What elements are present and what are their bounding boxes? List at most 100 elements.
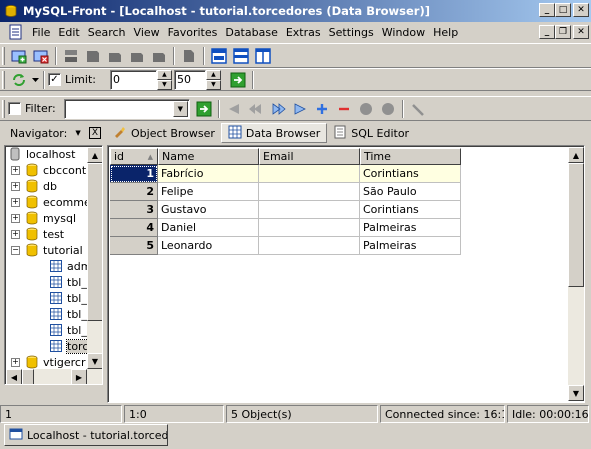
tree-item-table[interactable]: tbl_ xyxy=(49,306,87,322)
menu-edit[interactable]: Edit xyxy=(54,26,83,39)
cell-id[interactable]: 2 xyxy=(110,183,158,201)
insert-record-icon[interactable] xyxy=(311,99,333,119)
cell-time[interactable]: Palmeiras xyxy=(360,219,461,237)
cell-id[interactable]: 3 xyxy=(110,201,158,219)
menu-favorites[interactable]: Favorites xyxy=(164,26,222,39)
filter-combobox[interactable]: ▼ xyxy=(63,98,190,119)
cell-time[interactable]: Corintians xyxy=(360,165,461,183)
cell-name[interactable]: Daniel xyxy=(158,219,259,237)
navigator-close-button[interactable]: X xyxy=(89,127,101,139)
table-row[interactable]: 1 Fabrício Corintians xyxy=(110,165,461,183)
expand-icon[interactable]: + xyxy=(11,165,20,175)
cell-name[interactable]: Felipe xyxy=(158,183,259,201)
tree-item-table-selected[interactable]: torc xyxy=(49,338,90,354)
navigator-tree[interactable]: localhost + cbccont + db + ecomme + mysq… xyxy=(4,145,103,385)
tree-item-database-tutorial[interactable]: − tutorial xyxy=(11,242,83,258)
scroll-left-icon[interactable]: ◀ xyxy=(6,369,22,384)
menu-database[interactable]: Database xyxy=(221,26,282,39)
scroll-up-icon[interactable]: ▲ xyxy=(87,147,102,163)
tree-item-database[interactable]: + db xyxy=(11,178,57,194)
clear-filter-icon[interactable] xyxy=(407,99,429,119)
tree-item-database[interactable]: + mysql xyxy=(11,210,76,226)
navigator-dropdown-icon[interactable]: ▼ xyxy=(75,129,80,137)
next-record-icon[interactable] xyxy=(267,99,289,119)
scroll-down-icon[interactable]: ▼ xyxy=(87,353,102,369)
limit-checkbox[interactable]: ✓ xyxy=(48,73,61,86)
tree-item-database[interactable]: + vtigercr xyxy=(11,354,85,370)
tab-sql-editor[interactable]: SQL Editor xyxy=(327,123,415,143)
expand-icon[interactable]: + xyxy=(11,213,20,223)
mdi-restore-button[interactable]: ❐ xyxy=(555,25,571,39)
tree-item-database[interactable]: + cbccont xyxy=(11,162,86,178)
menu-help[interactable]: Help xyxy=(429,26,462,39)
column-header-name[interactable]: Name xyxy=(158,148,259,165)
limit-input[interactable] xyxy=(173,69,206,90)
cell-time[interactable]: Corintians xyxy=(360,201,461,219)
cancel-record-icon[interactable] xyxy=(377,99,399,119)
cell-id[interactable]: 1 xyxy=(110,165,158,183)
window-cascade-icon[interactable] xyxy=(208,46,230,66)
window-tile-vertical-icon[interactable] xyxy=(252,46,274,66)
table-icon[interactable] xyxy=(82,46,104,66)
cell-email[interactable] xyxy=(259,201,360,219)
table-row[interactable]: 4 Daniel Palmeiras xyxy=(110,219,461,237)
menu-extras[interactable]: Extras xyxy=(282,26,325,39)
filter-checkbox[interactable] xyxy=(8,102,21,115)
cell-name[interactable]: Gustavo xyxy=(158,201,259,219)
cell-email[interactable] xyxy=(259,183,360,201)
chevron-down-icon[interactable]: ▼ xyxy=(172,100,188,117)
index-icon[interactable] xyxy=(126,46,148,66)
previous-record-icon[interactable] xyxy=(245,99,267,119)
mdi-document-icon[interactable] xyxy=(8,24,24,40)
tree-item-table[interactable]: tbl_ xyxy=(49,290,87,306)
tree-item-table[interactable]: tbl_ xyxy=(49,322,87,338)
table-row[interactable]: 5 Leonardo Palmeiras xyxy=(110,237,461,255)
properties-icon[interactable] xyxy=(178,46,200,66)
database-icon[interactable] xyxy=(60,46,82,66)
close-button[interactable]: ✕ xyxy=(573,3,589,17)
tab-data-browser[interactable]: Data Browser xyxy=(220,123,328,143)
scroll-right-icon[interactable]: ▶ xyxy=(71,369,87,384)
tree-item-table[interactable]: tbl_ xyxy=(49,274,87,290)
menu-window[interactable]: Window xyxy=(378,26,429,39)
refresh-icon[interactable] xyxy=(8,70,30,90)
cell-email[interactable] xyxy=(259,165,360,183)
offset-spinner[interactable]: ▲ ▼ xyxy=(156,69,172,90)
data-grid[interactable]: id ▲ Name Email Time 1 Fabrício Corintia… xyxy=(107,145,585,403)
mdi-window-button[interactable]: Localhost - tutorial.torced... xyxy=(4,424,168,446)
limit-spinner[interactable]: ▲ ▼ xyxy=(205,69,221,90)
scroll-down-icon[interactable]: ▼ xyxy=(568,385,584,401)
maximize-button[interactable]: □ xyxy=(555,3,571,17)
cell-name[interactable]: Fabrício xyxy=(158,165,259,183)
new-connection-icon[interactable] xyxy=(8,46,30,66)
mdi-close-button[interactable]: ✕ xyxy=(573,25,589,39)
cell-email[interactable] xyxy=(259,237,360,255)
tree-horizontal-scrollbar[interactable]: ◀ ▶ xyxy=(6,369,102,384)
grid-scroll-thumb[interactable] xyxy=(568,163,584,287)
tree-item-database[interactable]: + ecomme xyxy=(11,194,91,210)
tree-vertical-scrollbar[interactable]: ▲ ▼ xyxy=(87,147,102,369)
cell-id[interactable]: 5 xyxy=(110,237,158,255)
tree-scroll-thumb[interactable] xyxy=(87,163,102,321)
scroll-up-icon[interactable]: ▲ xyxy=(568,147,584,163)
collapse-icon[interactable]: − xyxy=(11,245,20,255)
table-row[interactable]: 2 Felipe São Paulo xyxy=(110,183,461,201)
expand-icon[interactable]: + xyxy=(11,197,20,207)
post-record-icon[interactable] xyxy=(355,99,377,119)
refresh-dropdown-icon[interactable] xyxy=(30,70,40,90)
column-header-time[interactable]: Time xyxy=(360,148,461,165)
field-icon[interactable] xyxy=(104,46,126,66)
column-header-id[interactable]: id ▲ xyxy=(110,148,158,165)
last-record-icon[interactable] xyxy=(289,99,311,119)
offset-input[interactable] xyxy=(109,69,157,90)
cell-email[interactable] xyxy=(259,219,360,237)
menu-settings[interactable]: Settings xyxy=(325,26,378,39)
apply-filter-icon[interactable] xyxy=(193,99,215,119)
tree-item-table[interactable]: adm xyxy=(49,258,91,274)
expand-icon[interactable]: + xyxy=(11,181,20,191)
tree-item-database[interactable]: + test xyxy=(11,226,64,242)
menu-file[interactable]: File xyxy=(28,26,54,39)
menu-view[interactable]: View xyxy=(130,26,164,39)
delete-record-icon[interactable] xyxy=(333,99,355,119)
menu-search[interactable]: Search xyxy=(84,26,130,39)
